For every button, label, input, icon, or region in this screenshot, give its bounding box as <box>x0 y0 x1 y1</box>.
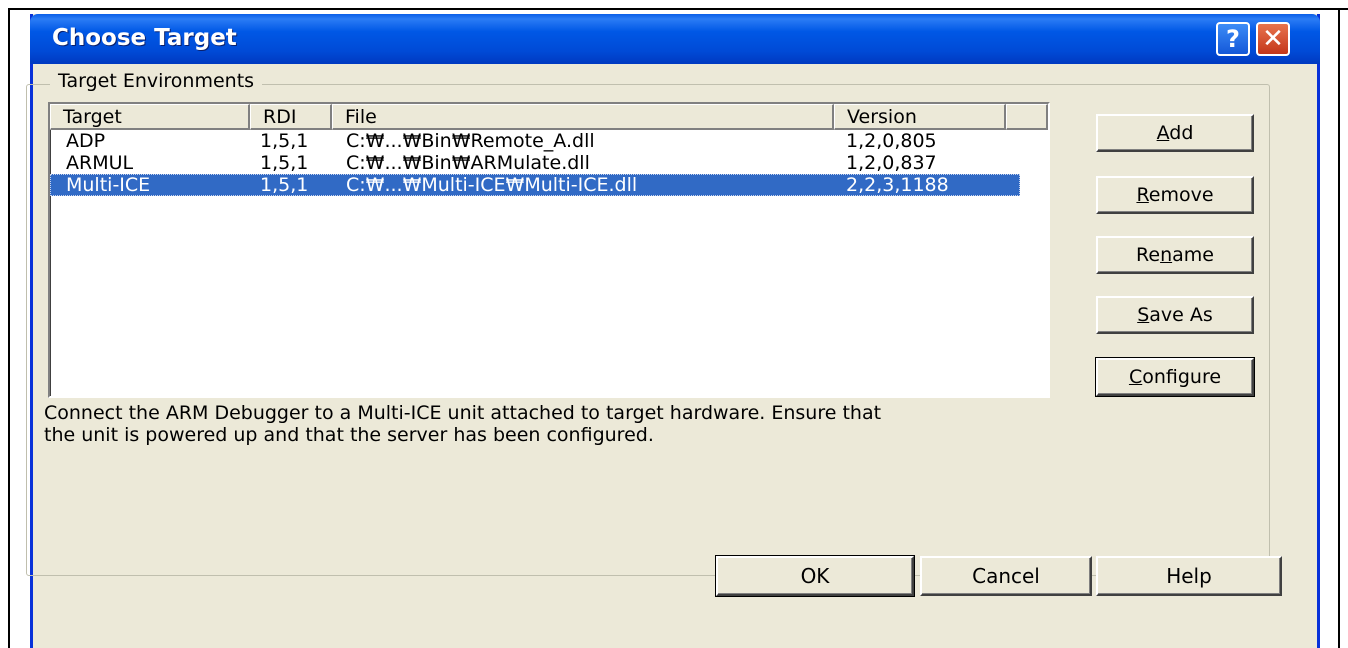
cell-rdi: 1,5,1 <box>260 130 309 152</box>
page-border-left <box>8 8 10 648</box>
save-as-button[interactable]: Save As <box>1096 296 1254 334</box>
cell-file: C:₩...₩Bin₩ARMulate.dll <box>346 152 590 174</box>
cell-version: 1,2,0,837 <box>846 152 937 174</box>
configure-button[interactable]: Configure <box>1095 357 1255 397</box>
help-glyph: ? <box>1226 25 1240 53</box>
cell-file: C:₩...₩Multi-ICE₩Multi-ICE.dll <box>346 174 638 196</box>
cell-version: 1,2,0,805 <box>846 130 937 152</box>
cancel-button[interactable]: Cancel <box>920 556 1092 596</box>
add-label: Add <box>1156 122 1194 144</box>
column-header-rdi[interactable]: RDI <box>250 104 332 130</box>
mnemonic-letter: A <box>1156 122 1170 144</box>
target-description: Connect the ARM Debugger to a Multi-ICE … <box>44 402 1084 446</box>
rename-button[interactable]: Rename <box>1096 236 1254 274</box>
remove-button[interactable]: Remove <box>1096 176 1254 214</box>
help-icon[interactable]: ? <box>1216 22 1250 56</box>
description-line-2: the unit is powered up and that the serv… <box>44 424 654 446</box>
mnemonic-letter: R <box>1136 184 1149 206</box>
cell-target: ARMUL <box>66 152 134 174</box>
close-glyph: ✕ <box>1262 24 1284 54</box>
column-header-filler <box>1006 104 1048 130</box>
add-button[interactable]: Add <box>1096 114 1254 152</box>
description-line-1: Connect the ARM Debugger to a Multi-ICE … <box>44 402 882 424</box>
help-button[interactable]: Help <box>1096 556 1282 596</box>
title-bar[interactable]: Choose Target ? ✕ <box>30 14 1320 64</box>
target-list[interactable]: Target RDI File Version ADP 1,5,1 C:₩...₩B… <box>48 102 1050 398</box>
mnemonic-letter: n <box>1160 244 1173 266</box>
cell-file: C:₩...₩Bin₩Remote_A.dll <box>346 130 595 152</box>
ok-button[interactable]: OK <box>715 555 915 597</box>
configure-label: Configure <box>1128 366 1222 388</box>
mnemonic-letter: S <box>1137 304 1150 326</box>
cell-version: 2,2,3,1188 <box>846 174 949 196</box>
window-title: Choose Target <box>52 25 237 51</box>
list-row-armul[interactable]: ARMUL 1,5,1 C:₩...₩Bin₩ARMulate.dll 1,2,0,8… <box>50 152 1020 174</box>
list-row-multi-ice[interactable]: Multi-ICE 1,5,1 C:₩...₩Multi-ICE₩Multi-ICE… <box>50 174 1020 196</box>
list-header: Target RDI File Version <box>50 104 1048 130</box>
column-header-version[interactable]: Version <box>834 104 1006 130</box>
group-legend: Target Environments <box>50 70 263 92</box>
rename-label: Rename <box>1136 244 1214 266</box>
save-as-label: Save As <box>1137 304 1213 326</box>
remove-label: Remove <box>1136 184 1214 206</box>
page-border-top <box>8 8 1348 10</box>
cell-target: ADP <box>66 130 106 152</box>
list-row-adp[interactable]: ADP 1,5,1 C:₩...₩Bin₩Remote_A.dll 1,2,0,805 <box>50 130 1020 152</box>
cell-rdi: 1,5,1 <box>260 152 309 174</box>
mnemonic-letter: C <box>1128 366 1143 388</box>
close-icon[interactable]: ✕ <box>1256 22 1290 56</box>
page-border-right <box>1338 8 1340 648</box>
cell-target: Multi-ICE <box>66 174 151 196</box>
column-header-file[interactable]: File <box>332 104 834 130</box>
cell-rdi: 1,5,1 <box>260 174 309 196</box>
column-header-target[interactable]: Target <box>50 104 250 130</box>
